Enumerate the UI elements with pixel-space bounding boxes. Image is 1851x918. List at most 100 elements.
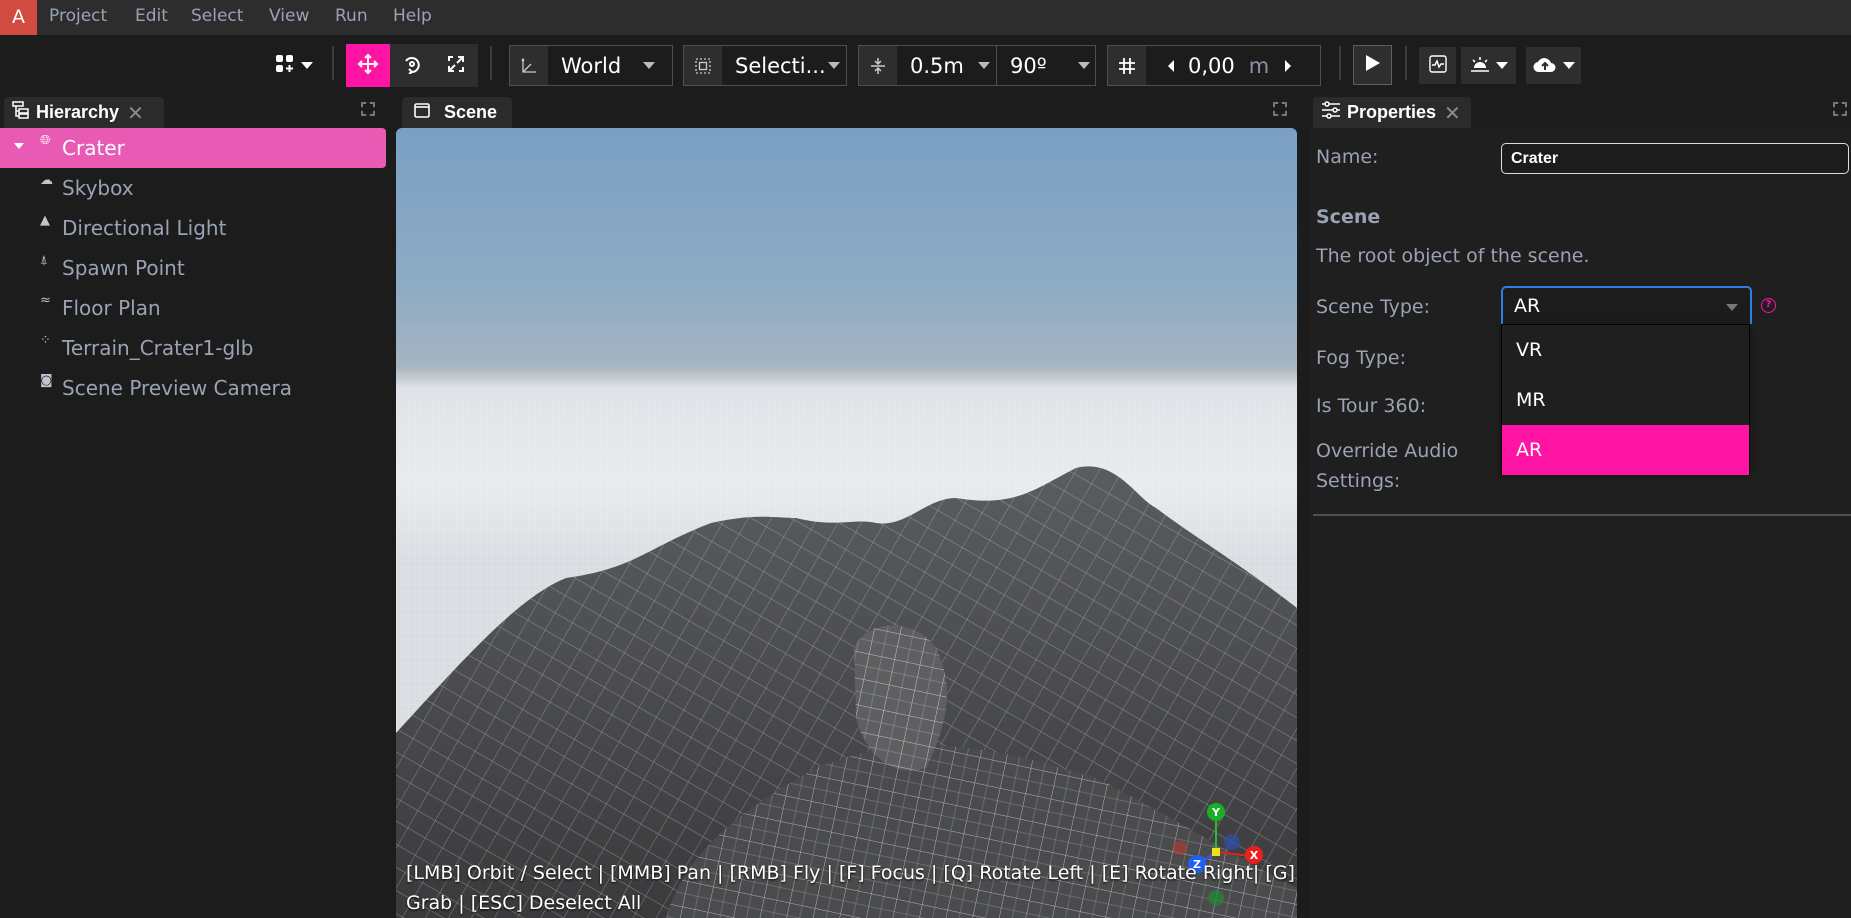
section-divider — [1313, 514, 1851, 516]
chevron-down-icon — [1562, 62, 1575, 69]
terrain-render: Y Z X — [396, 400, 1297, 918]
stats-button[interactable] — [1419, 47, 1456, 84]
menu-help[interactable]: Help — [393, 0, 432, 35]
publish-button[interactable] — [1526, 47, 1581, 84]
snap-icon — [859, 46, 897, 85]
scale-icon — [447, 55, 465, 77]
close-icon[interactable]: ✕ — [127, 101, 144, 125]
section-description: The root object of the scene. — [1316, 245, 1590, 267]
window-icon — [414, 102, 430, 123]
override-audio-label: Override Audio Settings: — [1316, 440, 1459, 492]
triangle-icon: ▲ — [40, 213, 50, 228]
name-label: Name: — [1316, 146, 1379, 168]
transform-pivot-value: Selecti... — [735, 53, 826, 78]
cloud-icon: ☁︎ — [40, 173, 53, 188]
scene-type-label: Scene Type: — [1316, 296, 1431, 318]
decrement-arrow-icon[interactable] — [1168, 59, 1174, 72]
selection-box-icon — [684, 46, 722, 85]
menu-bar: A Project Edit Select View Run Help — [0, 0, 1851, 35]
chevron-down-icon — [828, 62, 840, 69]
globe-icon: 🌐︎ — [40, 133, 51, 148]
name-input[interactable]: Crater — [1501, 143, 1849, 174]
grid-height-value[interactable]: 0,00 — [1188, 54, 1235, 78]
toolbar: World Selecti... 0.5m 90º 0,00 m — [0, 35, 1851, 95]
sliders-icon — [1321, 101, 1341, 124]
hierarchy-item-label: Terrain_Crater1-glb — [62, 336, 254, 360]
hierarchy-item[interactable]: ≈ Floor Plan — [0, 288, 386, 328]
scene-type-select[interactable]: AR — [1501, 286, 1752, 324]
dropdown-option-vr[interactable]: VR — [1502, 325, 1749, 375]
menu-select[interactable]: Select — [191, 0, 243, 35]
tab-scene[interactable]: Scene — [402, 97, 512, 128]
chevron-down-icon — [643, 62, 655, 69]
person-pin-icon: ⍋ — [40, 253, 48, 268]
dropdown-option-mr[interactable]: MR — [1502, 375, 1749, 425]
move-arrows-icon — [357, 53, 379, 79]
grid-height-unit: m — [1248, 53, 1270, 78]
add-entity-button[interactable] — [268, 44, 320, 87]
scene-viewport[interactable]: Y Z X [LMB] Orbit / Select | [MMB] Pan |… — [396, 128, 1297, 918]
toolbar-separator — [1405, 46, 1407, 80]
snap-rotation-dropdown[interactable]: 90º — [997, 46, 1095, 85]
scale-mode-button[interactable] — [434, 44, 478, 87]
transform-pivot-dropdown[interactable]: Selecti... — [683, 45, 847, 86]
lighting-button[interactable] — [1461, 47, 1516, 84]
help-icon[interactable]: ? — [1761, 298, 1776, 313]
rotate-mode-button[interactable] — [390, 44, 434, 87]
scene-type-dropdown-menu: VR MR AR — [1501, 324, 1750, 475]
tab-properties[interactable]: Properties ✕ — [1313, 97, 1471, 128]
play-button[interactable] — [1353, 45, 1392, 85]
play-icon — [1365, 54, 1381, 76]
transform-space-dropdown[interactable]: World — [509, 45, 673, 86]
hierarchy-icon — [12, 101, 30, 124]
translate-mode-button[interactable] — [346, 44, 390, 87]
hierarchy-item-label: Floor Plan — [62, 296, 161, 320]
hierarchy-item-label: Spawn Point — [62, 256, 185, 280]
sunrise-icon — [1470, 55, 1490, 77]
hierarchy-item-label: Directional Light — [62, 216, 227, 240]
expand-toggle-icon[interactable] — [14, 143, 24, 149]
grid-height-control: 0,00 m — [1107, 45, 1321, 86]
tab-scene-label: Scene — [444, 102, 498, 122]
tab-hierarchy[interactable]: Hierarchy ✕ — [4, 97, 164, 128]
hierarchy-item[interactable]: ▲ Directional Light — [0, 208, 386, 248]
chevron-down-icon — [301, 62, 313, 69]
hierarchy-item-label: Scene Preview Camera — [62, 376, 293, 400]
section-title: Scene — [1316, 206, 1381, 228]
app-logo[interactable]: A — [0, 0, 37, 35]
hierarchy-panel: 🌐︎ Crater ☁︎ Skybox ▲ Directional Light … — [0, 128, 386, 918]
menu-view[interactable]: View — [269, 0, 309, 35]
transform-space-value: World — [561, 53, 622, 78]
chevron-down-icon — [1726, 304, 1738, 311]
tab-hierarchy-label: Hierarchy — [36, 102, 120, 122]
hierarchy-item[interactable]: 🌐︎ Crater — [0, 128, 386, 168]
toolbar-separator — [1339, 46, 1341, 80]
menu-edit[interactable]: Edit — [135, 0, 168, 35]
chevron-down-icon — [978, 62, 990, 69]
snap-translation-dropdown[interactable]: 0.5m — [897, 46, 997, 85]
hierarchy-item[interactable]: ☁︎ Skybox — [0, 168, 386, 208]
maximize-icon[interactable] — [361, 102, 375, 116]
hierarchy-item[interactable]: ⍋ Spawn Point — [0, 248, 386, 288]
stats-icon — [1428, 54, 1447, 77]
hierarchy-item[interactable]: ◙ Scene Preview Camera — [0, 368, 386, 408]
is-tour-360-label: Is Tour 360: — [1316, 395, 1427, 417]
maximize-icon[interactable] — [1833, 102, 1847, 116]
floor-plan-icon: ≈ — [40, 293, 51, 308]
dropdown-option-ar[interactable]: AR — [1502, 425, 1749, 475]
increment-arrow-icon[interactable] — [1285, 59, 1292, 72]
camera-icon: ◙ — [40, 373, 53, 388]
maximize-icon[interactable] — [1273, 102, 1287, 116]
gizmo-y-label: Y — [1211, 806, 1221, 819]
tab-properties-label: Properties — [1347, 102, 1437, 122]
rotate-icon — [402, 54, 422, 78]
close-icon[interactable]: ✕ — [1444, 101, 1461, 125]
menu-project[interactable]: Project — [49, 0, 107, 35]
hierarchy-item[interactable]: ⁘ Terrain_Crater1-glb — [0, 328, 386, 368]
grid-icon[interactable] — [1108, 46, 1146, 85]
menu-run[interactable]: Run — [335, 0, 368, 35]
toolbar-separator — [332, 46, 334, 80]
toolbar-separator — [490, 46, 492, 80]
chevron-down-icon — [1078, 62, 1090, 69]
properties-panel: Name: Crater Scene The root object of th… — [1310, 128, 1851, 918]
